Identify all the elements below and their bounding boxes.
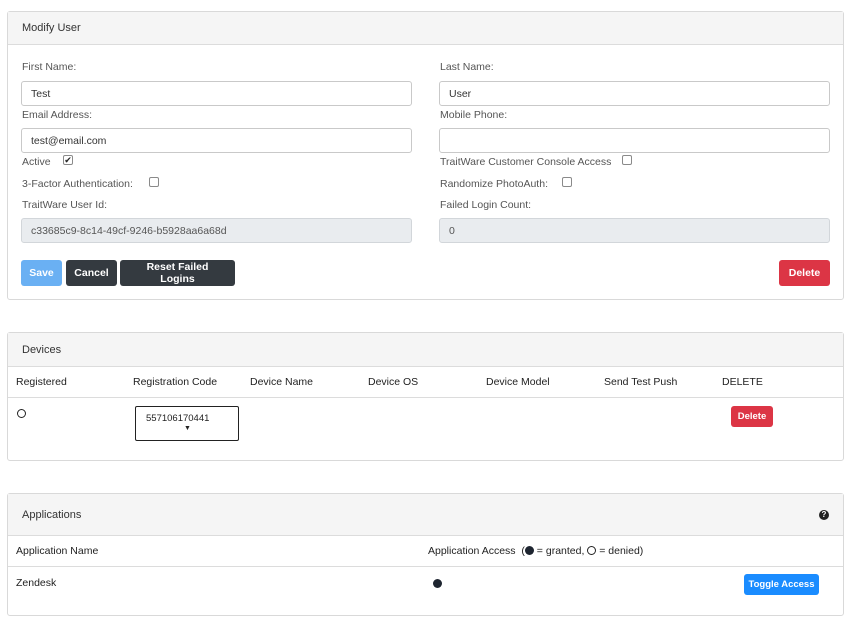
mobile-phone-label: Mobile Phone:	[440, 109, 508, 121]
modify-user-card: Modify User First Name: Last Name: Email…	[7, 11, 844, 300]
last-name-label: Last Name:	[440, 61, 494, 73]
col-device-os: Device OS	[368, 376, 419, 388]
caret-down-icon: ▼	[184, 425, 191, 432]
modify-user-title: Modify User	[22, 22, 81, 34]
applications-header: Applications ?	[8, 494, 843, 536]
user-id-label: TraitWare User Id:	[22, 199, 107, 211]
granted-dot-icon	[524, 546, 534, 555]
application-name: Zendesk	[16, 577, 57, 589]
randomize-photo-checkbox[interactable]	[562, 177, 572, 187]
denied-text: = denied)	[596, 545, 644, 557]
active-checkbox[interactable]: ✔	[63, 155, 73, 165]
first-name-label: First Name:	[22, 61, 77, 73]
reset-failed-logins-button[interactable]: Reset Failed Logins	[120, 260, 235, 286]
access-prefix: Application Access (	[428, 545, 525, 557]
table-divider	[8, 397, 843, 398]
first-name-input[interactable]	[21, 81, 412, 106]
help-icon[interactable]: ?	[819, 509, 829, 520]
col-application-name: Application Name	[16, 545, 99, 557]
modify-user-header: Modify User	[8, 12, 843, 45]
three-factor-checkbox[interactable]	[149, 177, 159, 187]
user-id-field	[21, 218, 412, 243]
applications-title: Applications	[22, 508, 82, 521]
col-device-name: Device Name	[250, 376, 314, 388]
devices-header: Devices	[8, 333, 843, 367]
check-icon: ✔	[64, 154, 72, 165]
email-input[interactable]	[21, 128, 412, 153]
registration-code-value: 557106170441	[146, 413, 210, 424]
table-divider	[8, 566, 843, 567]
applications-card: Applications ? Application Name Applicat…	[7, 493, 844, 616]
col-delete: DELETE	[722, 376, 763, 388]
col-registered: Registered	[16, 376, 67, 388]
col-device-model: Device Model	[486, 376, 550, 388]
save-button[interactable]: Save	[21, 260, 62, 286]
randomize-photo-label: Randomize PhotoAuth:	[440, 178, 548, 190]
access-granted-indicator	[433, 579, 442, 588]
col-send-test-push: Send Test Push	[604, 376, 678, 388]
active-label: Active	[22, 156, 51, 168]
toggle-access-button[interactable]: Toggle Access	[744, 574, 819, 595]
registered-indicator	[17, 409, 26, 418]
col-registration-code: Registration Code	[133, 376, 218, 388]
mobile-phone-input[interactable]	[439, 128, 830, 153]
denied-circle-icon	[587, 546, 597, 555]
devices-card: Devices Registered Registration Code Dev…	[7, 332, 844, 461]
registration-code-select[interactable]: 557106170441 ▼	[135, 406, 239, 441]
failed-login-field	[439, 218, 830, 243]
console-access-label: TraitWare Customer Console Access	[440, 156, 612, 168]
delete-user-button[interactable]: Delete	[779, 260, 830, 286]
three-factor-label: 3-Factor Authentication:	[22, 178, 133, 190]
devices-title: Devices	[22, 343, 62, 356]
granted-text: = granted,	[533, 545, 588, 557]
last-name-input[interactable]	[439, 81, 830, 106]
failed-login-label: Failed Login Count:	[440, 199, 532, 211]
delete-device-button[interactable]: Delete	[731, 406, 773, 427]
cancel-button[interactable]: Cancel	[66, 260, 117, 286]
col-application-access: Application Access ( = granted, = denied…	[428, 545, 643, 557]
console-access-checkbox[interactable]	[622, 155, 632, 165]
email-label: Email Address:	[22, 109, 93, 121]
